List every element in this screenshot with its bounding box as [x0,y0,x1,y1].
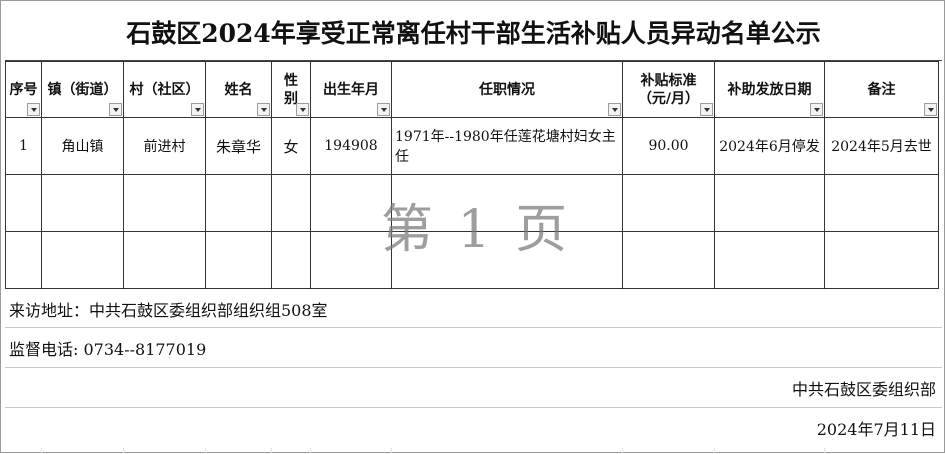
cell-town[interactable] [41,231,124,289]
issuer-row[interactable]: 中共石鼓区委组织部 [5,368,942,408]
col-header-label: 补贴标准 [640,72,697,89]
issuer-text: 中共石鼓区委组织部 [791,379,936,399]
col-header-label: 备注 [867,81,896,98]
filter-dropdown-icon[interactable] [810,103,823,116]
cell-gender[interactable] [271,174,311,232]
cell-seq[interactable]: 1 [5,117,42,175]
col-header-remark[interactable]: 备注 [824,61,939,118]
cell-gender[interactable]: 女 [271,117,311,175]
cell-name[interactable] [205,231,272,289]
cell-remark[interactable]: 2024年5月去世 [824,117,939,175]
cell-remark[interactable] [824,174,939,232]
phone-text: 监督电话: 0734--8177019 [9,339,207,359]
cell-village[interactable] [123,174,206,232]
filter-dropdown-icon[interactable] [924,103,937,116]
address-row[interactable]: 来访地址：中共石鼓区委组织部组织组508室 [5,290,942,328]
table-row [5,231,939,289]
col-header-label: 姓名 [224,81,253,98]
cell-name[interactable] [205,174,272,232]
filter-dropdown-icon[interactable] [257,103,270,116]
sheet-title: 石鼓区2024年享受正常离任村干部生活补贴人员异动名单公示 [5,3,942,61]
issue-date-row[interactable]: 2024年7月11日 [5,408,942,448]
col-header-label: 出生年月 [323,81,379,98]
col-header-date[interactable]: 补助发放日期 [714,61,825,118]
col-header-label: 性 [284,72,298,89]
col-header-seq[interactable]: 序号 [5,61,42,118]
col-header-town[interactable]: 镇（街道） [41,61,124,118]
col-header-village[interactable]: 村（社区） [123,61,206,118]
cell-subsidy[interactable] [622,174,715,232]
cell-birth[interactable] [310,231,392,289]
cell-birth[interactable]: 194908 [310,117,392,175]
filter-dropdown-icon[interactable] [191,103,204,116]
table-row [5,174,939,232]
col-header-label: 村（社区） [129,81,200,98]
cell-date[interactable] [714,174,825,232]
table-row: 1 角山镇 前进村 朱章华 女 194908 1971年--1980年任莲花塘村… [5,117,939,175]
cell-position[interactable] [391,231,623,289]
col-header-birth[interactable]: 出生年月 [310,61,392,118]
cell-date[interactable] [714,231,825,289]
filter-dropdown-icon[interactable] [608,103,621,116]
cell-birth[interactable] [310,174,392,232]
data-table: 序号 镇（街道） 村（社区） 姓名 性 别 出生年月 任职情况 补贴标准 （元/… [5,61,939,289]
col-header-label: （元/月） [637,90,700,107]
col-header-gender[interactable]: 性 别 [271,61,311,118]
col-header-position[interactable]: 任职情况 [391,61,623,118]
filter-dropdown-icon[interactable] [109,103,122,116]
col-header-label: 镇（街道） [47,81,118,98]
cell-position[interactable]: 1971年--1980年任莲花塘村妇女主任 [391,117,623,175]
filter-dropdown-icon[interactable] [296,103,309,116]
col-header-subsidy[interactable]: 补贴标准 （元/月） [622,61,715,118]
cell-subsidy[interactable]: 90.00 [622,117,715,175]
issue-date-text: 2024年7月11日 [816,420,936,439]
cell-date[interactable]: 2024年6月停发 [714,117,825,175]
cell-town[interactable]: 角山镇 [41,117,124,175]
filter-dropdown-icon[interactable] [377,103,390,116]
spreadsheet-page: 石鼓区2024年享受正常离任村干部生活补贴人员异动名单公示 序号 镇（街道） 村… [0,0,945,454]
col-header-label: 任职情况 [479,81,535,98]
cell-seq[interactable] [5,174,42,232]
filter-dropdown-icon[interactable] [27,103,40,116]
cell-name[interactable]: 朱章华 [205,117,272,175]
cell-village[interactable]: 前进村 [123,117,206,175]
phone-row[interactable]: 监督电话: 0734--8177019 [5,328,942,368]
col-header-label: 补助发放日期 [727,81,812,98]
cell-seq[interactable] [5,231,42,289]
cell-village[interactable] [123,231,206,289]
cell-town[interactable] [41,174,124,232]
col-header-label: 序号 [9,81,38,98]
header-row: 序号 镇（街道） 村（社区） 姓名 性 别 出生年月 任职情况 补贴标准 （元/… [5,61,939,118]
cell-position[interactable] [391,174,623,232]
cell-remark[interactable] [824,231,939,289]
address-text: 来访地址：中共石鼓区委组织部组织组508室 [9,300,328,320]
filter-dropdown-icon[interactable] [700,103,713,116]
cell-subsidy[interactable] [622,231,715,289]
cell-gender[interactable] [271,231,311,289]
col-header-name[interactable]: 姓名 [205,61,272,118]
